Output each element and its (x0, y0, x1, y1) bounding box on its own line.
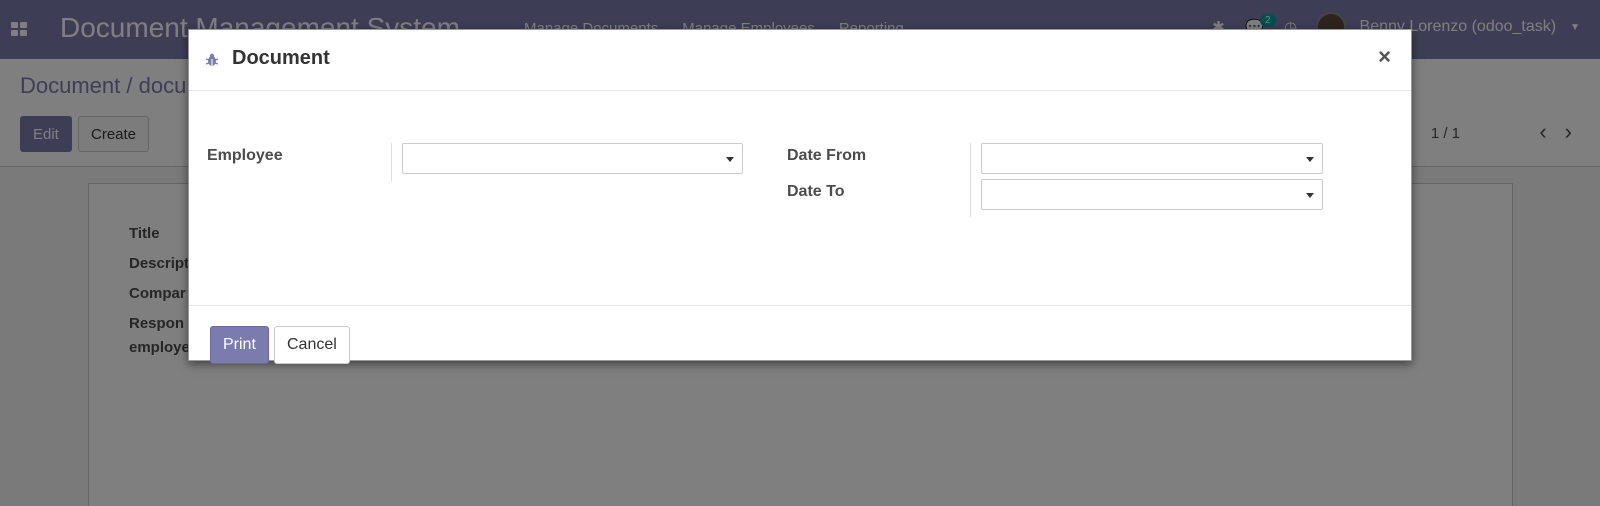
date-from-label: Date From (787, 147, 867, 164)
field-divider (391, 143, 392, 181)
employee-select[interactable] (402, 143, 743, 174)
document-dialog: Document × Employee Date From Date To Pr… (188, 29, 1412, 364)
caret-down-icon (726, 157, 734, 162)
bug-icon (205, 53, 219, 66)
dialog-header: Document × (189, 30, 1411, 91)
print-button[interactable]: Print (210, 326, 269, 364)
caret-down-icon (1306, 157, 1314, 162)
date-from-input[interactable] (981, 143, 1323, 174)
dialog-title: Document (232, 47, 330, 69)
date-to-input[interactable] (981, 179, 1323, 210)
dialog-footer: Print Cancel (189, 305, 1411, 364)
caret-down-icon (1306, 193, 1314, 198)
close-icon[interactable]: × (1378, 44, 1391, 70)
employee-label: Employee (207, 147, 283, 164)
cancel-button[interactable]: Cancel (274, 326, 350, 364)
dialog-body: Employee Date From Date To (189, 91, 1411, 305)
field-divider (970, 143, 971, 217)
date-to-label: Date To (787, 183, 845, 200)
